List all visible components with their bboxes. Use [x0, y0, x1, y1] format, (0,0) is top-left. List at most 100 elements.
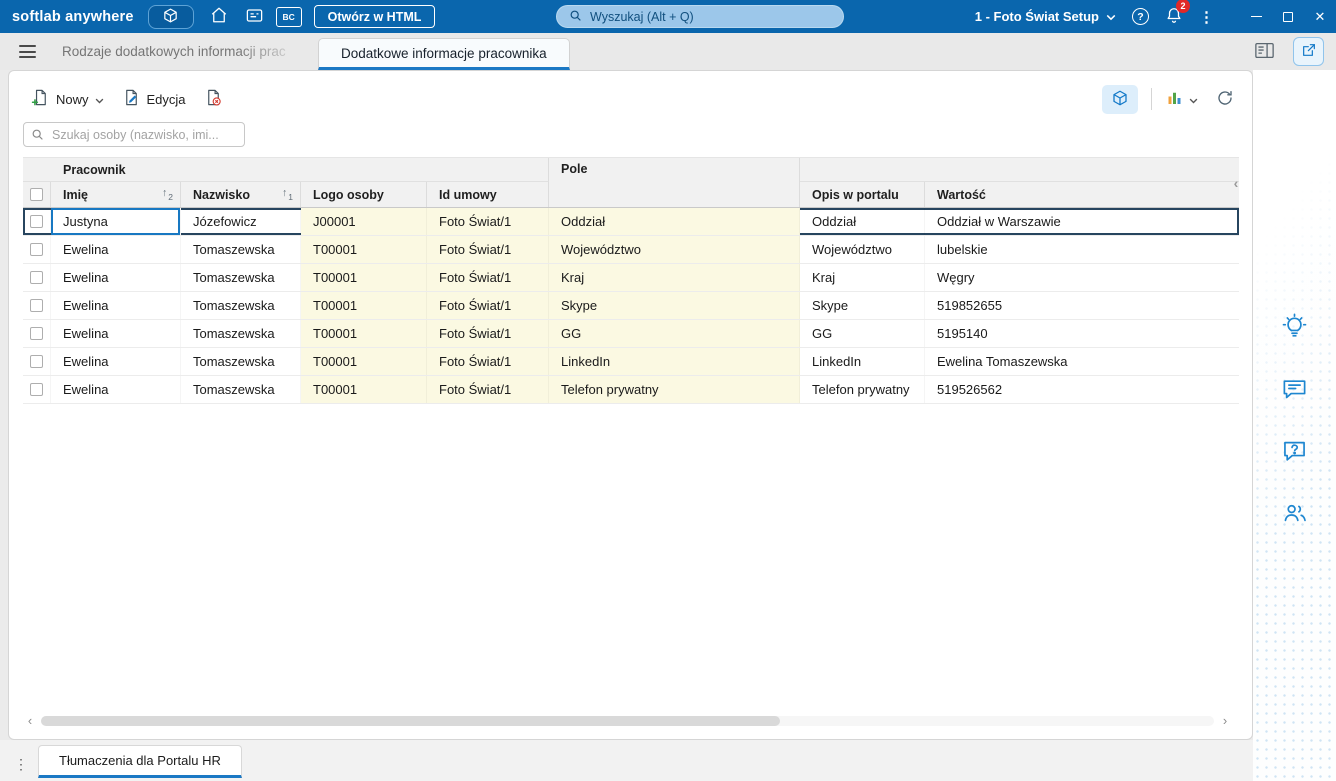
- row-checkbox-cell[interactable]: [23, 292, 51, 319]
- chart-view-button[interactable]: [1165, 89, 1198, 110]
- row-checkbox-cell[interactable]: [23, 348, 51, 375]
- minimize-button[interactable]: [1240, 0, 1272, 33]
- cell-imie[interactable]: Ewelina: [51, 376, 181, 403]
- feedback-button[interactable]: [1279, 374, 1311, 406]
- community-button[interactable]: [1279, 498, 1311, 530]
- cell-opis-w-portalu[interactable]: LinkedIn: [800, 348, 925, 375]
- cell-pole[interactable]: Oddział: [549, 208, 800, 235]
- cell-logo-osoby[interactable]: J00001: [301, 208, 427, 235]
- cell-pole[interactable]: LinkedIn: [549, 348, 800, 375]
- column-header-opis-w-portalu[interactable]: Opis w portalu: [800, 182, 925, 207]
- cell-wartosc[interactable]: Węgry: [925, 264, 1221, 291]
- row-checkbox-cell[interactable]: [23, 320, 51, 347]
- column-header-id-umowy[interactable]: Id umowy: [427, 182, 549, 207]
- edit-button[interactable]: Edycja: [114, 84, 194, 114]
- scroll-right-icon[interactable]: ›: [1220, 714, 1230, 727]
- row-checkbox[interactable]: [30, 299, 43, 312]
- horizontal-scrollbar[interactable]: ‹ ›: [25, 714, 1230, 727]
- refresh-button[interactable]: [1216, 89, 1234, 110]
- cell-id-umowy[interactable]: Foto Świat/1: [427, 208, 549, 235]
- global-search[interactable]: Wyszukaj (Alt + Q): [556, 5, 844, 28]
- collapse-columns-icon[interactable]: ‹: [1221, 158, 1239, 207]
- row-checkbox-cell[interactable]: [23, 208, 51, 235]
- row-checkbox[interactable]: [30, 327, 43, 340]
- cell-nazwisko[interactable]: Tomaszewska: [181, 264, 301, 291]
- tab-rodzaje-informacji[interactable]: Rodzaje dodatkowych informacji prac: [56, 44, 312, 59]
- cell-nazwisko[interactable]: Tomaszewska: [181, 236, 301, 263]
- cell-logo-osoby[interactable]: T00001: [301, 292, 427, 319]
- maximize-button[interactable]: [1272, 0, 1304, 33]
- cell-imie[interactable]: Ewelina: [51, 264, 181, 291]
- row-checkbox[interactable]: [30, 355, 43, 368]
- cell-wartosc[interactable]: 519526562: [925, 376, 1221, 403]
- cell-id-umowy[interactable]: Foto Świat/1: [427, 292, 549, 319]
- bottom-more-options-button[interactable]: ⋮: [10, 747, 32, 781]
- cell-opis-w-portalu[interactable]: Telefon prywatny: [800, 376, 925, 403]
- cell-opis-w-portalu[interactable]: GG: [800, 320, 925, 347]
- cell-opis-w-portalu[interactable]: Kraj: [800, 264, 925, 291]
- menu-button[interactable]: [12, 39, 42, 65]
- cell-wartosc[interactable]: Ewelina Tomaszewska: [925, 348, 1221, 375]
- cell-imie[interactable]: Ewelina: [51, 292, 181, 319]
- cell-pole[interactable]: Skype: [549, 292, 800, 319]
- row-checkbox-cell[interactable]: [23, 376, 51, 403]
- table-row[interactable]: Ewelina Tomaszewska T00001 Foto Świat/1 …: [23, 348, 1239, 376]
- delete-button[interactable]: [196, 84, 231, 114]
- cell-nazwisko[interactable]: Tomaszewska: [181, 376, 301, 403]
- suggestions-button[interactable]: [1279, 312, 1311, 344]
- cell-imie[interactable]: Ewelina: [51, 236, 181, 263]
- cell-opis-w-portalu[interactable]: Województwo: [800, 236, 925, 263]
- select-all-cell[interactable]: [23, 182, 51, 207]
- column-header-nazwisko[interactable]: Nazwisko ↑ 1: [181, 182, 301, 207]
- cell-imie[interactable]: Justyna: [51, 208, 181, 235]
- notifications-button[interactable]: 2: [1165, 0, 1190, 28]
- person-search-input[interactable]: [23, 122, 245, 147]
- help-chat-button[interactable]: [1279, 436, 1311, 468]
- select-all-checkbox[interactable]: [30, 188, 43, 201]
- company-selector[interactable]: 1 - Foto Świat Setup: [975, 9, 1116, 24]
- help-button[interactable]: ?: [1132, 8, 1149, 25]
- tab-dodatkowe-informacje[interactable]: Dodatkowe informacje pracownika: [318, 38, 570, 70]
- home-button[interactable]: [204, 3, 234, 31]
- open-in-html-button[interactable]: Otwórz w HTML: [313, 5, 436, 28]
- close-button[interactable]: ✕: [1304, 0, 1336, 33]
- more-options-button[interactable]: ⋮: [1199, 8, 1214, 26]
- bc-button[interactable]: BC: [275, 6, 302, 27]
- share-button[interactable]: [1293, 37, 1324, 66]
- table-row[interactable]: Ewelina Tomaszewska T00001 Foto Świat/1 …: [23, 264, 1239, 292]
- row-checkbox-cell[interactable]: [23, 264, 51, 291]
- cell-nazwisko[interactable]: Józefowicz: [181, 208, 301, 235]
- cell-id-umowy[interactable]: Foto Świat/1: [427, 236, 549, 263]
- table-row[interactable]: Ewelina Tomaszewska T00001 Foto Świat/1 …: [23, 376, 1239, 404]
- row-checkbox[interactable]: [30, 243, 43, 256]
- table-row[interactable]: Ewelina Tomaszewska T00001 Foto Świat/1 …: [23, 320, 1239, 348]
- cell-opis-w-portalu[interactable]: Skype: [800, 292, 925, 319]
- cell-id-umowy[interactable]: Foto Świat/1: [427, 320, 549, 347]
- cell-pole[interactable]: GG: [549, 320, 800, 347]
- table-row[interactable]: Justyna Józefowicz J00001 Foto Świat/1 O…: [23, 208, 1239, 236]
- cell-opis-w-portalu[interactable]: Oddział: [800, 208, 925, 235]
- scroll-left-icon[interactable]: ‹: [25, 714, 35, 727]
- cell-id-umowy[interactable]: Foto Świat/1: [427, 376, 549, 403]
- row-checkbox[interactable]: [30, 215, 43, 228]
- cell-logo-osoby[interactable]: T00001: [301, 320, 427, 347]
- table-row[interactable]: Ewelina Tomaszewska T00001 Foto Świat/1 …: [23, 236, 1239, 264]
- cell-nazwisko[interactable]: Tomaszewska: [181, 348, 301, 375]
- workspace-switcher-button[interactable]: [147, 4, 194, 29]
- cell-logo-osoby[interactable]: T00001: [301, 264, 427, 291]
- cell-imie[interactable]: Ewelina: [51, 320, 181, 347]
- cell-pole[interactable]: Telefon prywatny: [549, 376, 800, 403]
- card-view-button[interactable]: [1102, 84, 1138, 114]
- preview-panel-button[interactable]: [1254, 41, 1275, 63]
- row-checkbox[interactable]: [30, 383, 43, 396]
- tab-tlumaczenia[interactable]: Tłumaczenia dla Portalu HR: [38, 745, 242, 778]
- cell-id-umowy[interactable]: Foto Świat/1: [427, 348, 549, 375]
- cell-nazwisko[interactable]: Tomaszewska: [181, 320, 301, 347]
- cell-logo-osoby[interactable]: T00001: [301, 376, 427, 403]
- scrollbar-thumb[interactable]: [41, 715, 780, 726]
- new-button[interactable]: Nowy: [23, 84, 112, 114]
- cell-wartosc[interactable]: 519852655: [925, 292, 1221, 319]
- cell-wartosc[interactable]: lubelskie: [925, 236, 1221, 263]
- table-row[interactable]: Ewelina Tomaszewska T00001 Foto Świat/1 …: [23, 292, 1239, 320]
- cell-pole[interactable]: Województwo: [549, 236, 800, 263]
